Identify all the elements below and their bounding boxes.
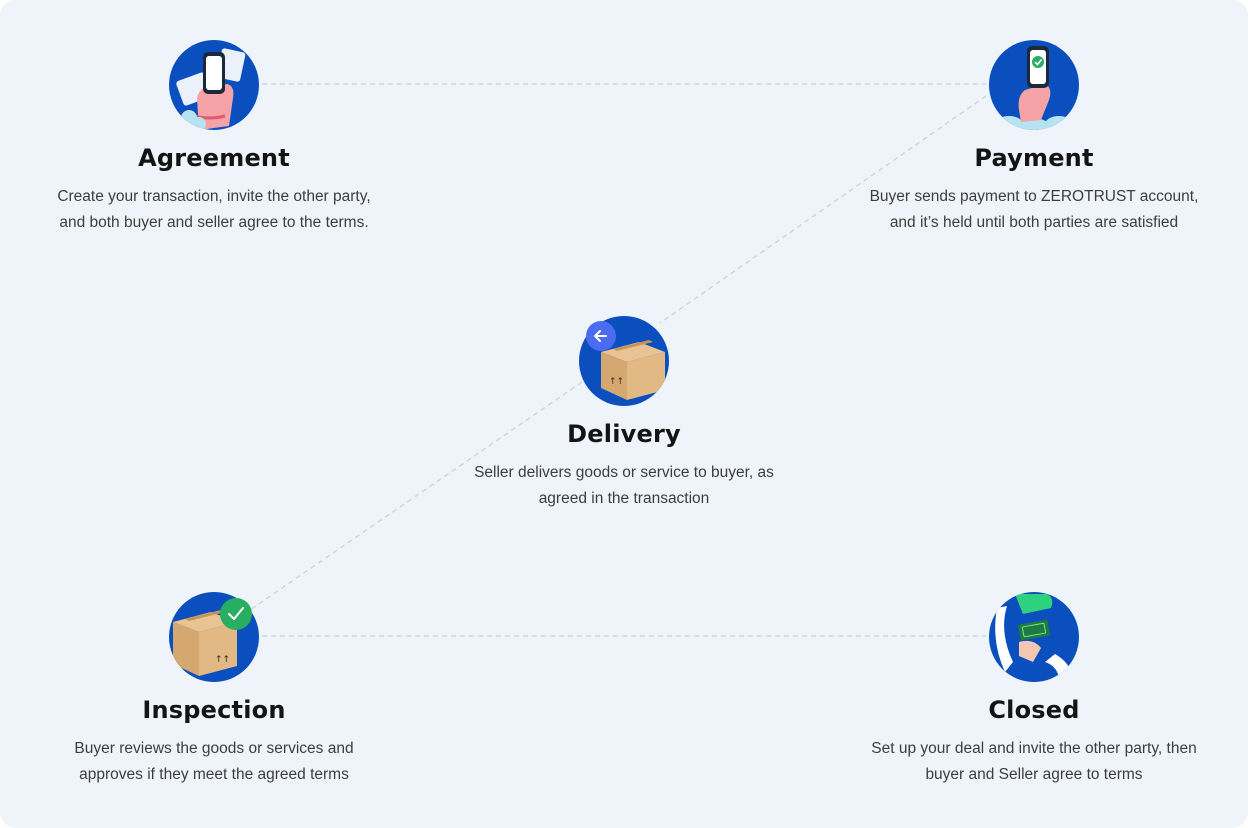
step-description: Seller delivers goods or service to buye… [434, 460, 814, 512]
desc-line-1: Seller delivers goods or service to buye… [474, 464, 774, 481]
step-description: Set up your deal and invite the other pa… [844, 736, 1224, 788]
desc-line-2: and it’s held until both parties are sat… [889, 214, 1179, 231]
step-title: Closed [988, 696, 1080, 724]
step-delivery: ↑↑ Delivery Seller delivers goods or ser… [434, 316, 814, 516]
step-title: Delivery [567, 420, 681, 448]
step-title: Payment [974, 144, 1094, 172]
step-payment: Payment Buyer sends payment to ZEROTRUST… [844, 40, 1224, 240]
process-diagram: Agreement Create your transaction, invit… [0, 0, 1248, 828]
step-inspection: ↑↑ Inspection Buyer reviews the goods or… [24, 592, 404, 792]
step-closed: Closed Set up your deal and invite the o… [844, 592, 1224, 792]
desc-line-2: agreed in the transaction [538, 490, 710, 507]
check-icon [220, 598, 252, 630]
step-agreement: Agreement Create your transaction, invit… [24, 40, 404, 240]
step-description: Buyer reviews the goods or services and … [24, 736, 404, 788]
step-description: Create your transaction, invite the othe… [24, 184, 404, 236]
arrow-left-icon [586, 321, 616, 351]
phone-payment-check-icon [989, 40, 1079, 130]
money-handover-icon [989, 592, 1079, 682]
step-title: Agreement [138, 144, 290, 172]
desc-line-2: and both buyer and seller agree to the t… [59, 214, 369, 231]
step-title: Inspection [142, 696, 286, 724]
desc-line-1: Buyer sends payment to ZEROTRUST account… [869, 188, 1199, 205]
svg-text:↑↑: ↑↑ [215, 655, 230, 665]
desc-line-1: Buyer reviews the goods or services and [74, 740, 354, 757]
step-description: Buyer sends payment to ZEROTRUST account… [844, 184, 1224, 236]
desc-line-2: approves if they meet the agreed terms [79, 766, 349, 783]
hand-holding-phone-icon [169, 40, 259, 130]
desc-line-1: Set up your deal and invite the other pa… [871, 740, 1197, 757]
svg-text:↑↑: ↑↑ [609, 377, 624, 387]
desc-line-2: buyer and Seller agree to terms [925, 766, 1143, 783]
desc-line-1: Create your transaction, invite the othe… [57, 188, 371, 205]
